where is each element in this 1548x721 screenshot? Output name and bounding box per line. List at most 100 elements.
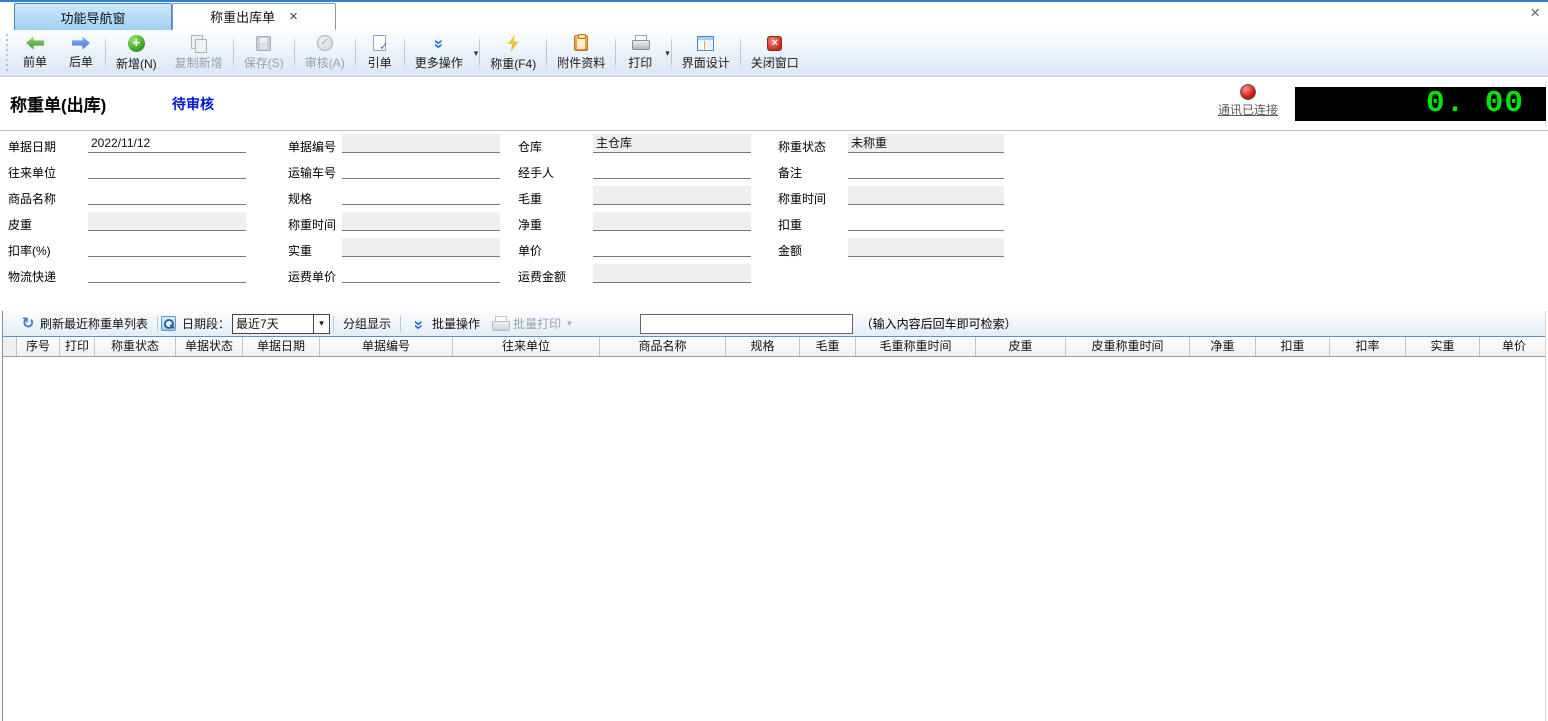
form-row: 物流快递运费单价运费金额 [0,263,1548,289]
red-close-icon: × [767,36,782,51]
form-label: 扣率(%) [8,242,51,259]
list-toolbar: ↻ 刷新最近称重单列表 日期段： 最近7天 ▾ 分组显示 » 批量操作 [3,311,1545,337]
main-toolbar: 前单 后单 + 新增(N) 复制新增 保存(S) ✓ 审核(A) ✓ 引单 [0,30,1548,77]
form-label: 称重状态 [778,138,826,155]
table-header: 序号打印称重状态单据状态单据日期单据编号往来单位商品名称规格毛重毛重称重时间皮重… [3,337,1545,357]
form-input[interactable] [88,238,246,257]
column-header[interactable]: 商品名称 [600,337,726,356]
print-button[interactable]: 打印 [617,32,663,74]
prev-order-button[interactable]: 前单 [12,30,58,76]
form-input[interactable] [342,186,500,205]
more-actions-dropdown-icon[interactable]: ▾ [474,48,479,59]
arrow-right-icon [72,37,90,50]
ui-design-button[interactable]: 界面设计 [673,30,739,76]
date-range-select[interactable]: 最近7天 ▾ [232,314,330,334]
form-row: 往来单位运输车号经手人备注 [0,159,1548,185]
close-window-button[interactable]: × 关闭窗口 [742,30,808,76]
form-label: 称重时间 [288,216,336,233]
column-header[interactable]: 净重 [1190,337,1256,356]
form-label: 运费单价 [288,268,336,285]
connection-indicator[interactable]: 通讯已连接 [1212,84,1284,118]
group-display-button[interactable]: 分组显示 [337,313,397,335]
page-title: 称重单(出库) [10,91,106,116]
refresh-list-button[interactable]: ↻ 刷新最近称重单列表 [14,313,154,335]
more-actions-button[interactable]: » 更多操作 [406,32,472,74]
form-label: 实重 [288,242,312,259]
add-new-button[interactable]: + 新增(N) [107,30,166,76]
search-input[interactable] [640,314,853,334]
search-hint-text: （输入内容后回车即可检索） [861,315,1017,332]
copy-add-button[interactable]: 复制新增 [166,30,232,76]
column-header[interactable]: 单据状态 [176,337,243,356]
next-order-button[interactable]: 后单 [58,30,104,76]
column-gutter [3,337,17,356]
column-header[interactable]: 毛重称重时间 [856,337,976,356]
form-input[interactable] [88,186,246,205]
column-header[interactable]: 单据日期 [243,337,320,356]
column-header[interactable]: 皮重 [976,337,1066,356]
column-header[interactable]: 往来单位 [453,337,600,356]
form-label: 运费金额 [518,268,566,285]
form-input[interactable]: 2022/11/12 [88,134,246,153]
tab-label: 功能导航窗 [60,8,125,27]
scale-weight-display: 0. 00 [1295,87,1546,121]
form-input[interactable] [593,160,751,179]
batch-operations-button[interactable]: » 批量操作 [404,313,486,335]
column-header[interactable]: 毛重 [800,337,856,356]
form-label: 单据编号 [288,138,336,155]
form-label: 商品名称 [8,190,56,207]
attachments-button[interactable]: 附件资料 [548,30,614,76]
column-header[interactable]: 实重 [1406,337,1480,356]
lightning-icon [507,35,520,52]
arrow-left-icon [26,37,44,50]
column-header[interactable]: 皮重称重时间 [1066,337,1190,356]
form-input [848,238,1004,257]
form-input[interactable] [593,238,751,257]
connection-label: 通讯已连接 [1218,101,1278,118]
tab-close-icon[interactable]: × [289,9,298,24]
document-check-icon: ✓ [373,35,386,51]
batch-print-dropdown-icon: ▾ [567,318,572,329]
pull-order-button[interactable]: ✓ 引单 [357,30,403,76]
form-input[interactable] [342,264,500,283]
form-label: 称重时间 [778,190,826,207]
column-header[interactable]: 扣重 [1256,337,1330,356]
tab-label: 称重出库单 [210,7,275,26]
combo-dropdown-button[interactable]: ▾ [313,315,329,333]
column-header[interactable]: 打印 [60,337,95,356]
form-label: 金额 [778,242,802,259]
form-input[interactable] [88,160,246,179]
weighing-app-window: × 功能导航窗 称重出库单 × 前单 后单 + 新增(N) 复制新增 [0,0,1548,721]
save-button[interactable]: 保存(S) [235,30,293,76]
form-label: 运输车号 [288,164,336,181]
tab-weighing-outbound-order[interactable]: 称重出库单 × [172,3,336,30]
column-header[interactable]: 单据编号 [320,337,453,356]
form-input [342,238,500,257]
tab-function-navigation[interactable]: 功能导航窗 [14,3,172,30]
copy-icon [190,35,207,51]
print-dropdown-icon[interactable]: ▾ [665,48,670,59]
weigh-button[interactable]: 称重(F4) [481,30,545,76]
refresh-icon: ↻ [20,317,36,331]
recent-orders-panel: ↻ 刷新最近称重单列表 日期段： 最近7天 ▾ 分组显示 » 批量操作 [2,311,1546,721]
form-label: 仓库 [518,138,542,155]
audit-button[interactable]: ✓ 审核(A) [296,30,354,76]
form-input[interactable] [88,264,246,283]
column-header[interactable]: 规格 [726,337,800,356]
batch-print-button[interactable]: 批量打印 ▾ [486,313,578,335]
column-header[interactable]: 序号 [17,337,60,356]
form-input[interactable] [848,160,1004,179]
toolbar-separator [671,34,672,72]
document-header: 称重单(出库) 待审核 通讯已连接 0. 00 [0,77,1548,131]
column-header[interactable]: 称重状态 [95,337,176,356]
toolbar-grip[interactable] [4,34,10,72]
column-header[interactable]: 单价 [1480,337,1548,356]
form-input[interactable] [342,160,500,179]
form-input[interactable] [848,212,1004,231]
save-icon [256,36,271,51]
column-header[interactable]: 扣率 [1330,337,1406,356]
toolbar-separator [355,34,356,72]
table-body[interactable] [3,357,1545,721]
form-input: 未称重 [848,134,1004,153]
check-circle-icon: ✓ [317,35,333,51]
